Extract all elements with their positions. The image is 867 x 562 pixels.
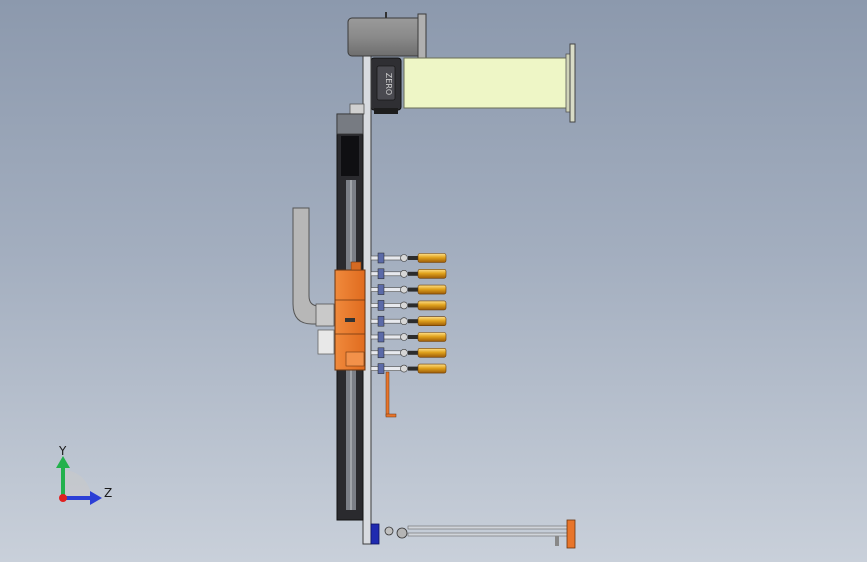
gripper-part bbox=[377, 252, 385, 264]
gripper-part bbox=[377, 284, 385, 295]
gripper-part bbox=[400, 317, 408, 326]
gripper-row bbox=[370, 331, 447, 343]
motor-block: ZERO bbox=[370, 57, 402, 114]
origin-point-icon bbox=[59, 494, 67, 502]
gripper-part bbox=[400, 285, 408, 294]
gripper-row bbox=[370, 363, 447, 374]
gripper-part bbox=[400, 254, 408, 262]
cad-viewport[interactable]: ZERO Y Z bbox=[0, 0, 867, 562]
gripper-row bbox=[370, 300, 447, 311]
gripper-part bbox=[370, 318, 402, 324]
gripper-part bbox=[377, 268, 385, 280]
gripper-part bbox=[370, 271, 402, 277]
gripper-part bbox=[400, 333, 408, 341]
gripper-part bbox=[400, 301, 408, 310]
gripper-part bbox=[400, 364, 408, 373]
gripper-part bbox=[408, 303, 418, 308]
gripper-part bbox=[408, 350, 418, 355]
green-tube bbox=[403, 43, 576, 123]
top-roll-drum bbox=[347, 12, 427, 59]
orange-hook-rod bbox=[385, 371, 397, 418]
motor-label: ZERO bbox=[384, 73, 393, 95]
gripper-part bbox=[370, 366, 402, 371]
z-axis-label: Z bbox=[104, 486, 112, 500]
gripper-part bbox=[377, 363, 385, 374]
gripper-part bbox=[408, 287, 418, 292]
gripper-part bbox=[370, 303, 402, 308]
gripper-row bbox=[370, 315, 447, 327]
orange-carriage bbox=[334, 261, 366, 371]
gripper-part bbox=[408, 366, 418, 371]
gripper-part bbox=[370, 350, 402, 356]
gripper-row bbox=[370, 268, 447, 280]
gripper-part bbox=[400, 269, 408, 278]
gripper-part bbox=[377, 315, 385, 327]
brass-cylinder bbox=[417, 253, 447, 263]
y-axis-label: Y bbox=[58, 444, 67, 458]
gripper-part bbox=[377, 331, 385, 343]
gripper-row bbox=[370, 284, 447, 295]
brass-cylinder bbox=[417, 332, 447, 342]
gripper-part bbox=[408, 335, 418, 339]
gripper-part bbox=[377, 347, 385, 359]
brass-cylinder bbox=[417, 316, 447, 327]
gripper-row bbox=[370, 347, 447, 359]
gripper-part bbox=[408, 256, 418, 260]
gripper-part bbox=[377, 300, 385, 311]
gripper-part bbox=[408, 319, 418, 324]
bottom-assembly bbox=[370, 519, 576, 549]
coordinate-triad: Y Z bbox=[56, 444, 112, 505]
gripper-part bbox=[370, 255, 402, 261]
brass-cylinder bbox=[417, 300, 447, 311]
brass-cylinder bbox=[417, 363, 447, 374]
brass-cylinder bbox=[417, 268, 447, 279]
brass-cylinder bbox=[417, 284, 447, 295]
gripper-row bbox=[370, 252, 447, 264]
z-axis-arrow-icon bbox=[90, 491, 102, 505]
gripper-part bbox=[408, 271, 418, 276]
gripper-part bbox=[370, 334, 402, 340]
gripper-part bbox=[370, 287, 402, 292]
brass-cylinder bbox=[417, 347, 447, 358]
gripper-part bbox=[400, 348, 408, 357]
bent-duct bbox=[292, 207, 335, 355]
gripper-array bbox=[370, 252, 447, 374]
